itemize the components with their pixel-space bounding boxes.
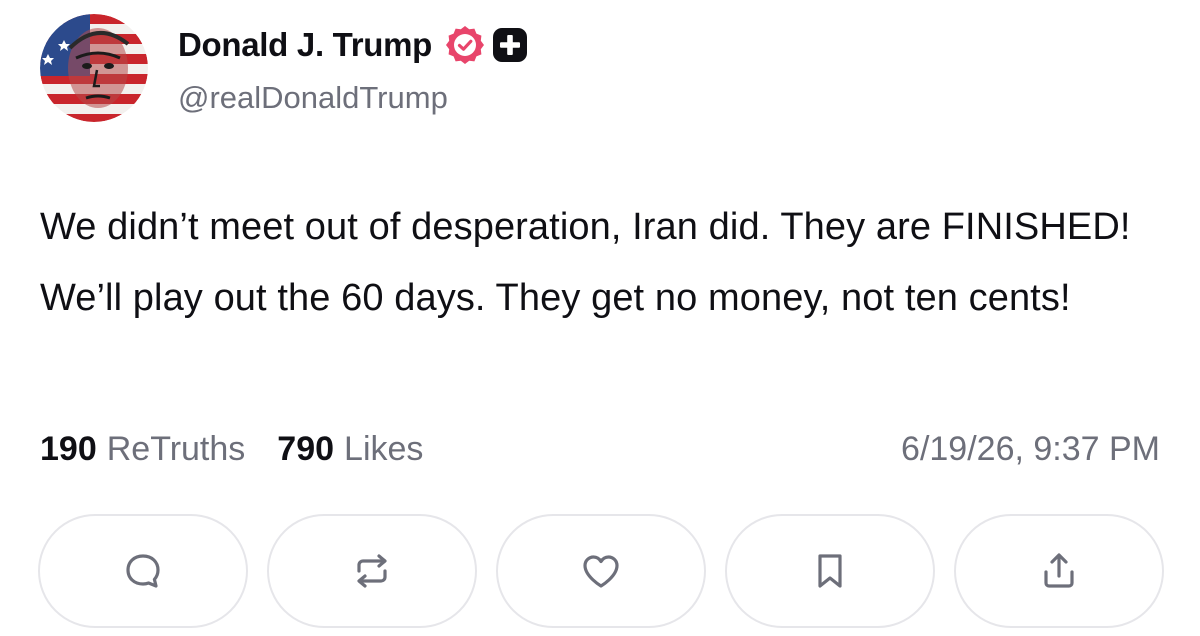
author-name-row: Donald J. Trump [178, 24, 528, 66]
reply-button[interactable] [38, 514, 248, 628]
likes-count: 790 [277, 429, 335, 468]
post-text: We didn’t meet out of desperation, Iran … [40, 206, 1131, 319]
bookmark-icon [818, 554, 842, 588]
retruths-count: 190 [40, 429, 97, 468]
avatar[interactable] [40, 14, 148, 122]
like-button[interactable] [496, 514, 706, 628]
plus-badge-icon [492, 27, 528, 63]
repost-icon [357, 554, 387, 588]
author-handle[interactable]: @realDonaldTrump [178, 80, 448, 116]
likes-label: Likes [344, 429, 424, 468]
share-button[interactable] [954, 514, 1164, 628]
display-name[interactable]: Donald J. Trump [178, 26, 432, 64]
post-stats: 190 ReTruths 790 Likes 6/19/26, 9:37 PM [40, 424, 1160, 474]
flag-portrait-avatar-icon [40, 14, 148, 122]
post-card: Donald J. Trump @realDonaldTrump We didn… [0, 0, 1200, 636]
heart-icon [583, 555, 619, 588]
action-bar [38, 514, 1164, 632]
likes-stat[interactable]: 790 Likes [277, 430, 423, 469]
retruths-stat[interactable]: 190 ReTruths [40, 430, 245, 469]
post-timestamp[interactable]: 6/19/26, 9:37 PM [901, 430, 1160, 469]
bookmark-button[interactable] [725, 514, 935, 628]
share-icon [1044, 553, 1074, 588]
verified-badge-icon [446, 26, 485, 64]
retruths-label: ReTruths [106, 429, 246, 468]
reply-icon [126, 554, 160, 588]
retruth-button[interactable] [267, 514, 477, 628]
